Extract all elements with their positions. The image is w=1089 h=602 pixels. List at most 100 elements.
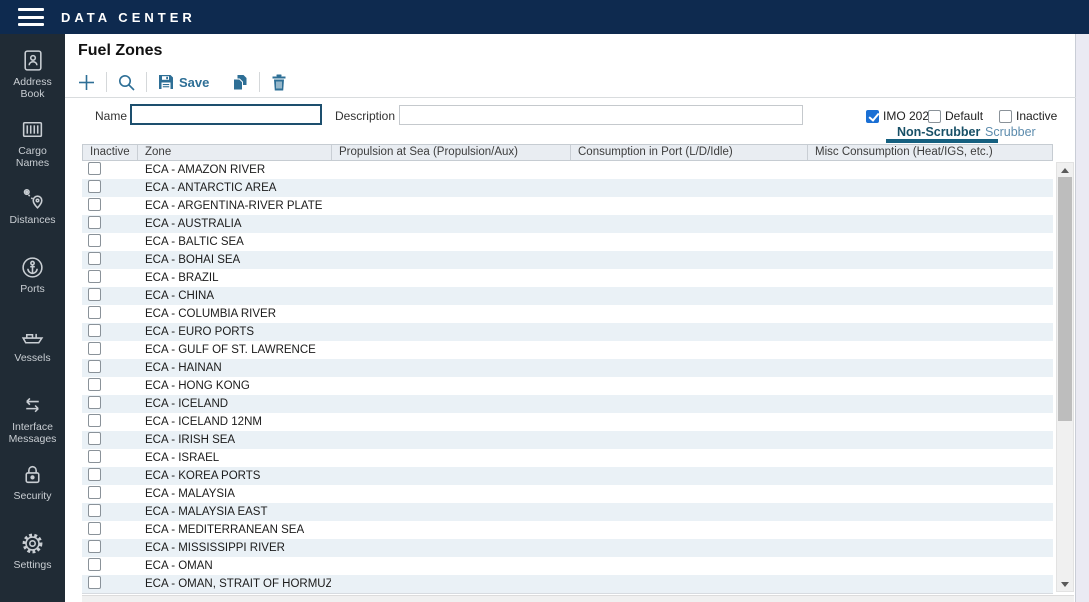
zone-cell: ECA - AMAZON RIVER: [137, 164, 331, 176]
row-inactive-checkbox[interactable]: [88, 414, 101, 427]
vessels-icon: [20, 324, 45, 349]
checkbox-box[interactable]: [999, 110, 1012, 123]
imo-2020-checkbox[interactable]: IMO 2020: [866, 109, 936, 123]
description-input[interactable]: [399, 105, 803, 125]
row-inactive-checkbox[interactable]: [88, 576, 101, 589]
table-row[interactable]: ECA - CHINA: [82, 287, 1053, 305]
horizontal-scrollbar[interactable]: [82, 595, 1074, 602]
row-inactive-checkbox[interactable]: [88, 288, 101, 301]
table-row[interactable]: ECA - AUSTRALIA: [82, 215, 1053, 233]
table-row[interactable]: ECA - COLUMBIA RIVER: [82, 305, 1053, 323]
table-row[interactable]: ECA - MEDITERRANEAN SEA: [82, 521, 1053, 539]
search-button[interactable]: [118, 74, 135, 91]
toolbar-divider: [65, 97, 1076, 98]
row-inactive-checkbox[interactable]: [88, 180, 101, 193]
add-button[interactable]: [78, 74, 95, 91]
vertical-scrollbar[interactable]: [1056, 162, 1074, 592]
row-inactive-checkbox[interactable]: [88, 198, 101, 211]
menu-icon[interactable]: [18, 8, 44, 26]
table-row[interactable]: ECA - ANTARCTIC AREA: [82, 179, 1053, 197]
scroll-down-arrow[interactable]: [1057, 577, 1073, 591]
checkbox-box[interactable]: [928, 110, 941, 123]
table-row[interactable]: ECA - ISRAEL: [82, 449, 1053, 467]
table-row[interactable]: ECA - ICELAND: [82, 395, 1053, 413]
checkbox-box[interactable]: [866, 110, 879, 123]
row-inactive-checkbox[interactable]: [88, 522, 101, 535]
column-header[interactable]: Inactive: [83, 145, 138, 160]
row-inactive-checkbox[interactable]: [88, 450, 101, 463]
row-inactive-checkbox[interactable]: [88, 558, 101, 571]
row-inactive-checkbox[interactable]: [88, 306, 101, 319]
fuel-zones-table: InactiveZonePropulsion at Sea (Propulsio…: [82, 144, 1053, 594]
row-inactive-checkbox[interactable]: [88, 270, 101, 283]
copy-button[interactable]: [231, 74, 248, 91]
table-row[interactable]: ECA - OMAN: [82, 557, 1053, 575]
column-header[interactable]: Propulsion at Sea (Propulsion/Aux): [332, 145, 571, 160]
row-inactive-checkbox[interactable]: [88, 486, 101, 499]
ports-icon: [20, 255, 45, 280]
checkbox-label: Inactive: [1016, 109, 1057, 123]
distances-icon: [20, 186, 45, 211]
row-inactive-checkbox[interactable]: [88, 396, 101, 409]
row-inactive-checkbox[interactable]: [88, 252, 101, 265]
name-input[interactable]: [130, 104, 322, 125]
row-inactive-checkbox[interactable]: [88, 342, 101, 355]
column-header[interactable]: Misc Consumption (Heat/IGS, etc.): [808, 145, 1052, 160]
table-row[interactable]: ECA - IRISH SEA: [82, 431, 1053, 449]
scroll-up-arrow[interactable]: [1057, 163, 1073, 177]
table-row[interactable]: ECA - BOHAI SEA: [82, 251, 1053, 269]
row-inactive-checkbox[interactable]: [88, 468, 101, 481]
table-row[interactable]: ECA - HAINAN: [82, 359, 1053, 377]
default-checkbox[interactable]: Default: [928, 109, 983, 123]
interface-messages-icon: [20, 393, 45, 418]
zone-cell: ECA - IRISH SEA: [137, 434, 331, 446]
scrollbar-thumb[interactable]: [1058, 177, 1072, 421]
inactive-checkbox[interactable]: Inactive: [999, 109, 1057, 123]
row-inactive-checkbox[interactable]: [88, 324, 101, 337]
table-row[interactable]: ECA - HONG KONG: [82, 377, 1053, 395]
table-row[interactable]: ECA - KOREA PORTS: [82, 467, 1053, 485]
table-row[interactable]: ECA - EURO PORTS: [82, 323, 1053, 341]
sidebar-item-interface-messages[interactable]: Interface Messages: [0, 389, 65, 458]
sidebar-item-cargo-names[interactable]: Cargo Names: [0, 113, 65, 182]
sidebar-item-ports[interactable]: Ports: [0, 251, 65, 320]
row-inactive-checkbox[interactable]: [88, 162, 101, 175]
table-row[interactable]: ECA - GULF OF ST. LAWRENCE: [82, 341, 1053, 359]
zone-cell: ECA - MALAYSIA EAST: [137, 506, 331, 518]
table-row[interactable]: ECA - OMAN, STRAIT OF HORMUZ: [82, 575, 1053, 593]
row-inactive-checkbox[interactable]: [88, 504, 101, 517]
delete-button[interactable]: [271, 74, 287, 91]
table-row[interactable]: ECA - ARGENTINA-RIVER PLATE: [82, 197, 1053, 215]
sidebar-item-distances[interactable]: Distances: [0, 182, 65, 251]
table-row[interactable]: ECA - BALTIC SEA: [82, 233, 1053, 251]
tab-scrubber[interactable]: Scrubber: [985, 125, 1036, 139]
zone-cell: ECA - ISRAEL: [137, 452, 331, 464]
row-inactive-checkbox[interactable]: [88, 378, 101, 391]
save-button[interactable]: Save: [158, 74, 209, 90]
table-row[interactable]: ECA - AMAZON RIVER: [82, 161, 1053, 179]
tab-non-scrubber[interactable]: Non-Scrubber: [897, 125, 980, 139]
sidebar-item-label: Distances: [9, 214, 55, 226]
cargo-names-icon: [20, 117, 45, 142]
row-inactive-checkbox[interactable]: [88, 234, 101, 247]
table-row[interactable]: ECA - MALAYSIA EAST: [82, 503, 1053, 521]
row-inactive-checkbox[interactable]: [88, 540, 101, 553]
sidebar-item-label: Address Book: [2, 76, 64, 100]
row-inactive-checkbox[interactable]: [88, 432, 101, 445]
sidebar-item-security[interactable]: Security: [0, 458, 65, 527]
table-row[interactable]: ECA - BRAZIL: [82, 269, 1053, 287]
search-icon: [118, 74, 135, 91]
column-header[interactable]: Consumption in Port (L/D/Idle): [571, 145, 808, 160]
sidebar-item-settings[interactable]: Settings: [0, 527, 65, 596]
zone-cell: ECA - AUSTRALIA: [137, 218, 331, 230]
column-header[interactable]: Zone: [138, 145, 332, 160]
table-row[interactable]: ECA - ICELAND 12NM: [82, 413, 1053, 431]
row-inactive-checkbox[interactable]: [88, 216, 101, 229]
sidebar-item-address-book[interactable]: Address Book: [0, 44, 65, 113]
save-icon: [158, 74, 174, 90]
table-row[interactable]: ECA - MALAYSIA: [82, 485, 1053, 503]
row-inactive-checkbox[interactable]: [88, 360, 101, 373]
plus-icon: [78, 74, 95, 91]
table-row[interactable]: ECA - MISSISSIPPI RIVER: [82, 539, 1053, 557]
sidebar-item-vessels[interactable]: Vessels: [0, 320, 65, 389]
